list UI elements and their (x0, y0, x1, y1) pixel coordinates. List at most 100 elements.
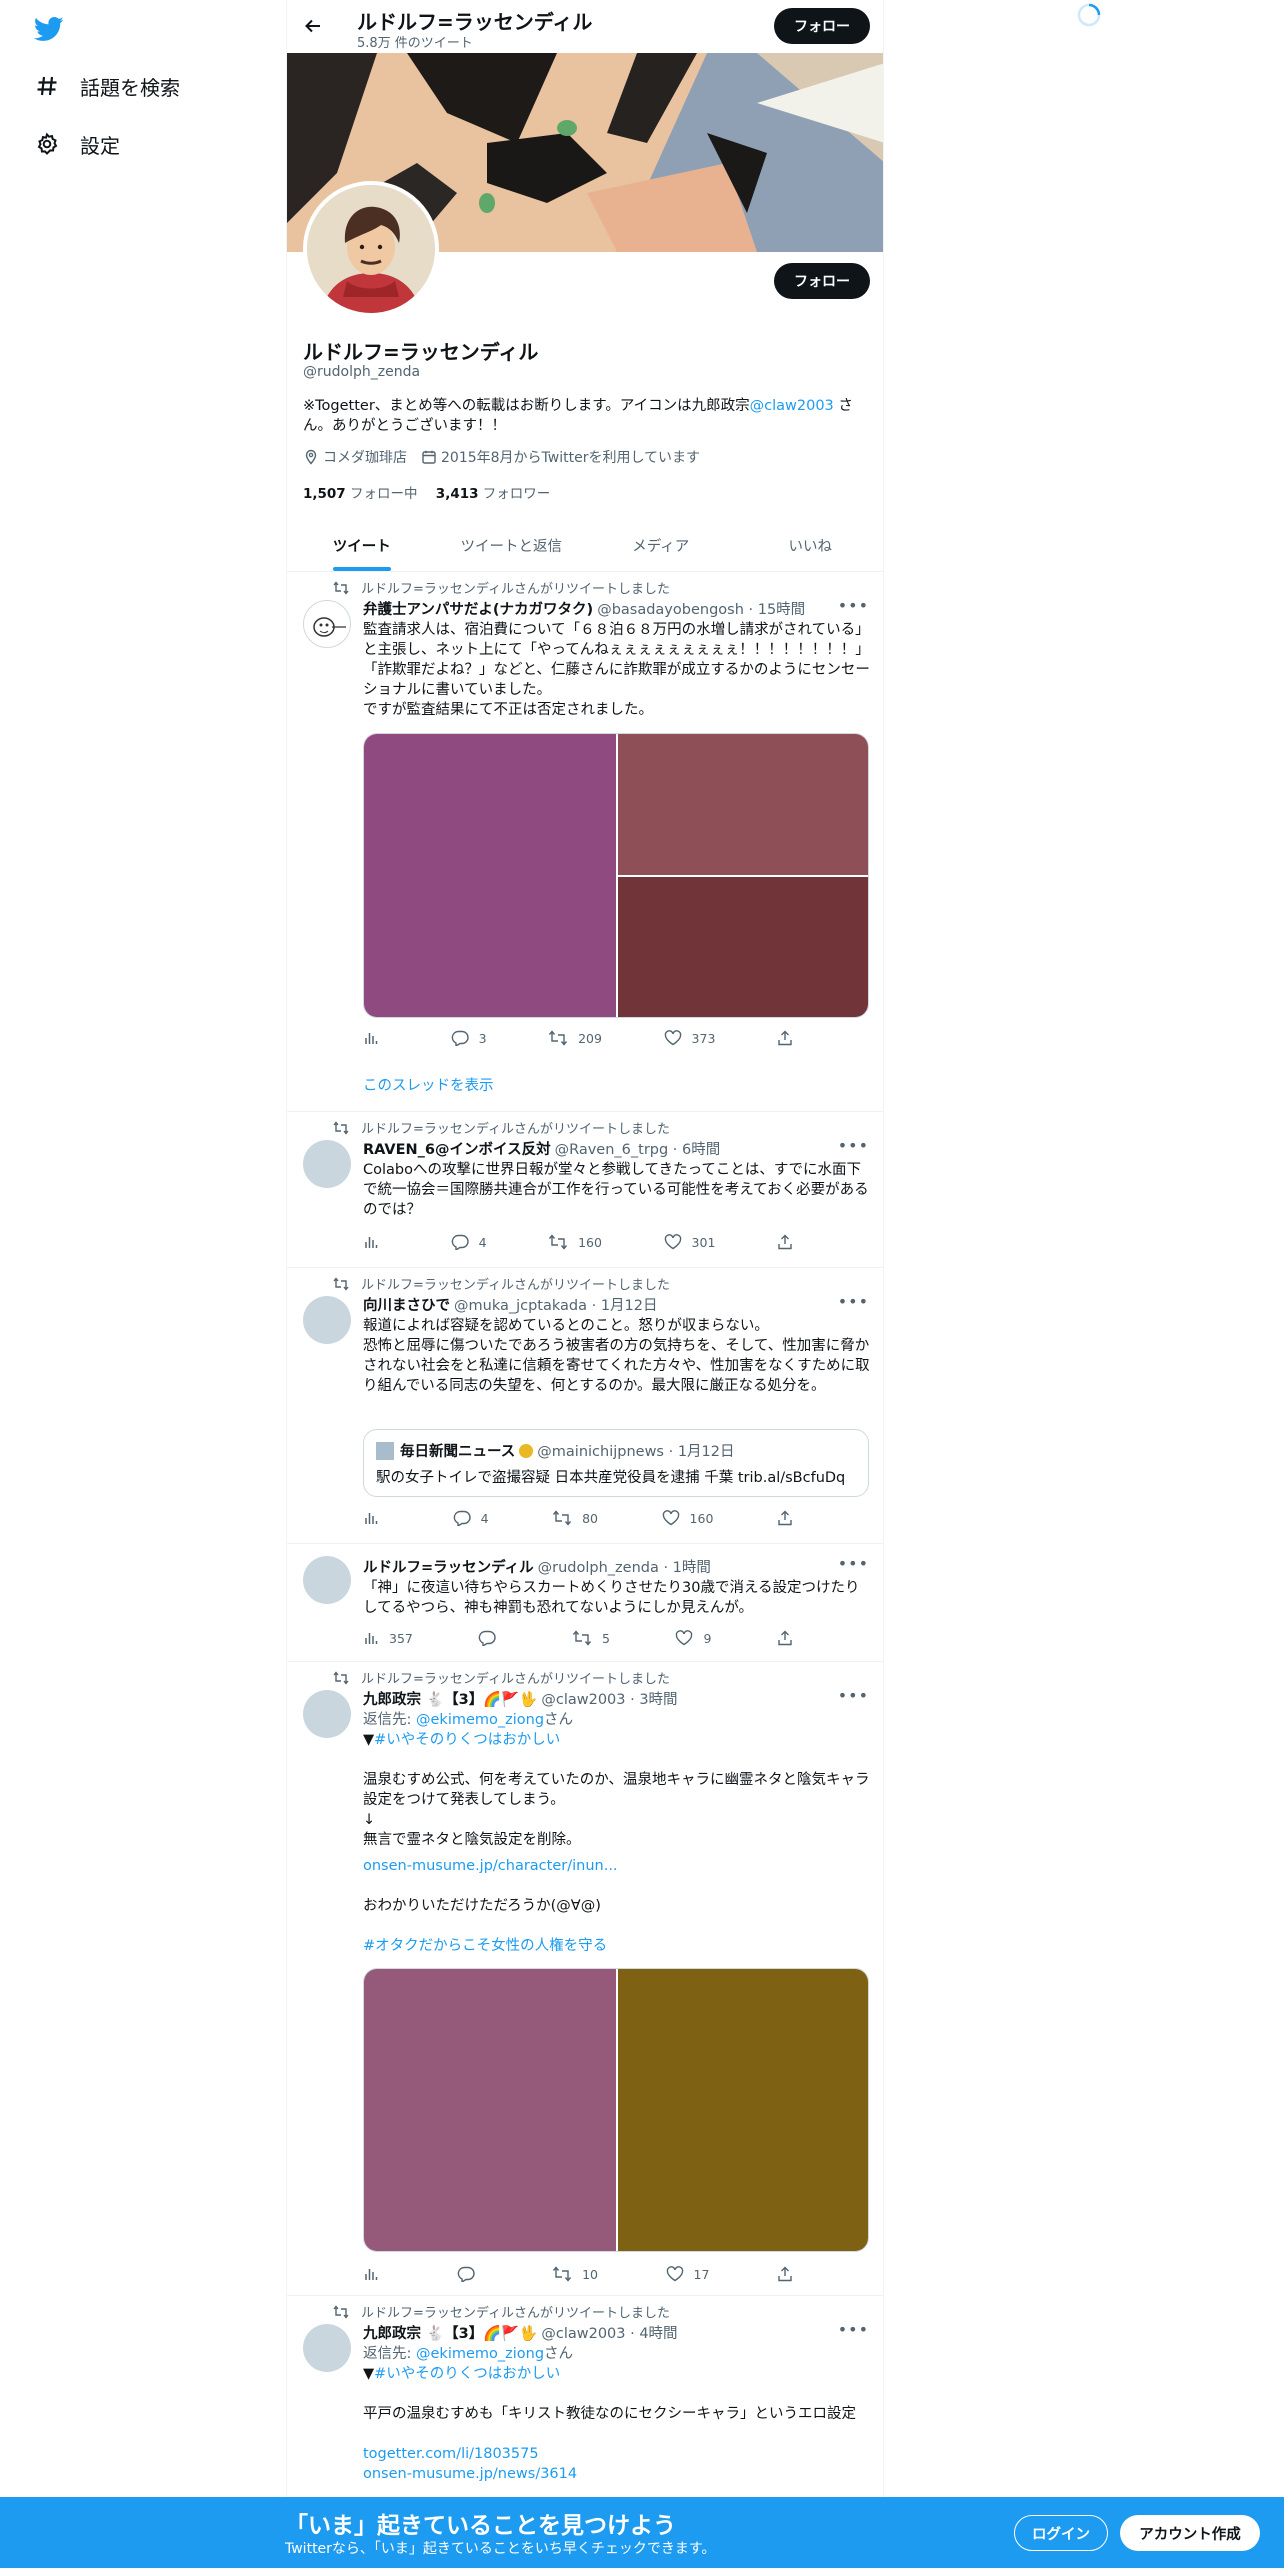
reply-button[interactable]: 4 (453, 1510, 489, 1526)
retweet-button[interactable]: 80 (552, 1510, 598, 1526)
more-options-icon[interactable]: ••• (838, 1136, 869, 1155)
tweet-author-name[interactable]: 向川まさひで (363, 1294, 450, 1315)
reply-button[interactable] (478, 1630, 506, 1646)
tweet-author-handle[interactable]: @muka_jcptakada · 1月12日 (454, 1294, 658, 1315)
login-button[interactable]: ログイン (1014, 2515, 1108, 2551)
more-options-icon[interactable]: ••• (838, 1292, 869, 1311)
tweet-item[interactable]: ルドルフ=ラッセンディル @rudolph_zenda · 1時間 ••• 「神… (287, 1544, 883, 1662)
tweet-author-handle[interactable]: @claw2003 · 4時間 (541, 2322, 677, 2343)
reply-button[interactable]: 4 (451, 1234, 487, 1250)
tweet-item[interactable]: ルドルフ=ラッセンディルさんがリツイートしました RAVEN_6@インボイス反対… (287, 1112, 883, 1268)
like-button[interactable]: 9 (675, 1630, 711, 1646)
share-button[interactable] (777, 2266, 803, 2282)
media-image-1[interactable] (364, 1969, 616, 2251)
retweet-note: ルドルフ=ラッセンディルさんがリツイートしました (333, 1118, 670, 1137)
tweet-author-handle[interactable]: @claw2003 · 3時間 (541, 1688, 677, 1709)
tweet-avatar[interactable] (303, 600, 351, 648)
retweet-button[interactable]: 209 (548, 1030, 602, 1046)
tweet-item[interactable]: ルドルフ=ラッセンディルさんがリツイートしました 向川まさひで @muka_jc… (287, 1268, 883, 1544)
reply-button[interactable] (457, 2266, 485, 2282)
quoted-author-handle: @mainichijpnews · 1月12日 (537, 1444, 735, 1460)
views-button[interactable] (363, 1234, 389, 1250)
back-arrow-icon[interactable] (299, 12, 327, 40)
retweet-button[interactable]: 10 (552, 2266, 598, 2282)
retweet-button[interactable]: 160 (548, 1234, 602, 1250)
twitter-logo-icon[interactable] (33, 14, 64, 44)
tab-tweets-replies[interactable]: ツイートと返信 (437, 520, 587, 571)
share-button[interactable] (777, 1630, 803, 1646)
more-options-icon[interactable]: ••• (838, 596, 869, 615)
tweet-avatar[interactable] (303, 1556, 351, 1604)
views-button[interactable] (363, 1510, 389, 1526)
media-image-2[interactable] (618, 734, 868, 875)
reply-button[interactable]: 3 (451, 1030, 487, 1046)
like-button[interactable]: 301 (664, 1234, 716, 1250)
tweet-author-name[interactable]: 九郎政宗 🐇【3】🌈🚩🖖 (363, 1688, 537, 1709)
reply-context: 返信先: @ekimemo_ziongさん (363, 1710, 873, 1730)
media-image-3[interactable] (618, 877, 868, 1017)
tab-media[interactable]: メディア (586, 520, 736, 571)
quoted-tweet[interactable]: 毎日新聞ニュース @mainichijpnews · 1月12日 駅の女子トイレ… (363, 1429, 869, 1497)
followers-label: フォロワー (478, 486, 551, 502)
share-button[interactable] (777, 1234, 803, 1250)
retweet-button[interactable]: 5 (572, 1630, 610, 1646)
tweet-media-grid[interactable] (363, 1968, 869, 2252)
like-count: 9 (703, 1630, 712, 1646)
tweet-avatar[interactable] (303, 1690, 351, 1738)
tweet-avatar[interactable] (303, 2324, 351, 2372)
following-count: 1,507 (303, 486, 346, 502)
hashtag-link[interactable]: #いやそのりくつはおかしい (374, 1732, 560, 1748)
tweet-item[interactable]: ルドルフ=ラッセンディルさんがリツイートしました 弁護士アンパサだよ(ナカガワタ… (287, 572, 883, 1112)
profile-follow-button[interactable]: フォロー (774, 263, 870, 299)
tweet-author-name[interactable]: 弁護士アンパサだよ(ナカガワタク) (363, 598, 593, 619)
tweet-avatar[interactable] (303, 1296, 351, 1344)
media-image-1[interactable] (364, 734, 616, 1017)
bio-mention-link[interactable]: @claw2003 (750, 398, 834, 414)
tweet-avatar[interactable] (303, 1140, 351, 1188)
hashtag-link[interactable]: #オタクだからこそ女性の人権を守る (363, 1936, 873, 1956)
like-button[interactable]: 373 (664, 1030, 715, 1046)
tab-likes[interactable]: いいね (736, 520, 884, 571)
signup-button[interactable]: アカウント作成 (1120, 2515, 1260, 2551)
tweet-item[interactable]: ルドルフ=ラッセンディルさんがリツイートしました 九郎政宗 🐇【3】🌈🚩🖖 @c… (287, 1662, 883, 2296)
like-count: 301 (691, 1234, 716, 1250)
tab-tweets[interactable]: ツイート (287, 520, 437, 571)
reply-count: 4 (478, 1234, 487, 1250)
location-text: コメダ珈琲店 (323, 450, 407, 466)
like-button[interactable]: 17 (666, 2266, 709, 2282)
more-options-icon[interactable]: ••• (838, 2320, 869, 2339)
retweet-icon (549, 1030, 568, 1046)
media-image-2[interactable] (618, 1969, 868, 2251)
views-button[interactable] (363, 2266, 389, 2282)
show-thread-link[interactable]: このスレッドを表示 (363, 1074, 494, 1095)
header-follow-button[interactable]: フォロー (774, 8, 870, 44)
more-options-icon[interactable]: ••• (838, 1686, 869, 1705)
share-button[interactable] (777, 1030, 803, 1046)
reply-context: 返信先: @ekimemo_ziongさん (363, 2344, 873, 2364)
reply-to-link[interactable]: @ekimemo_ziong (416, 2346, 544, 2362)
more-options-icon[interactable]: ••• (838, 1554, 869, 1573)
following-link[interactable]: 1,507 フォロー中 (303, 486, 418, 502)
views-button[interactable]: 357 (363, 1630, 413, 1646)
nav-explore[interactable]: 話題を検索 (34, 66, 180, 106)
like-button[interactable]: 160 (662, 1510, 713, 1526)
tweet-link[interactable]: togetter.com/li/1803575 (363, 2444, 873, 2464)
nav-settings[interactable]: 設定 (34, 124, 120, 164)
tweet-link[interactable]: onsen-musume.jp/character/inun... (363, 1856, 873, 1876)
views-button[interactable] (363, 1030, 389, 1046)
tweet-author-name[interactable]: ルドルフ=ラッセンディル (363, 1556, 534, 1577)
tweet-author-handle[interactable]: @Raven_6_trpg · 6時間 (555, 1138, 721, 1159)
tweet-author-handle[interactable]: @rudolph_zenda · 1時間 (538, 1556, 711, 1577)
hashtag-link[interactable]: #いやそのりくつはおかしい (374, 2366, 560, 2382)
share-button[interactable] (777, 1510, 803, 1526)
profile-avatar[interactable] (303, 181, 439, 317)
tweet-author-handle[interactable]: @basadayobengosh · 15時間 (597, 598, 805, 619)
tweet-media-grid[interactable] (363, 733, 869, 1018)
tweet-author-name[interactable]: 九郎政宗 🐇【3】🌈🚩🖖 (363, 2322, 537, 2343)
reply-to-link[interactable]: @ekimemo_ziong (416, 1712, 544, 1728)
followers-link[interactable]: 3,413 フォロワー (436, 486, 551, 502)
tweet-author-name[interactable]: RAVEN_6@インボイス反対 (363, 1138, 551, 1159)
tweet-link[interactable]: onsen-musume.jp/news/3614 (363, 2464, 873, 2484)
retweet-icon (553, 1510, 572, 1526)
share-icon (778, 1234, 792, 1250)
